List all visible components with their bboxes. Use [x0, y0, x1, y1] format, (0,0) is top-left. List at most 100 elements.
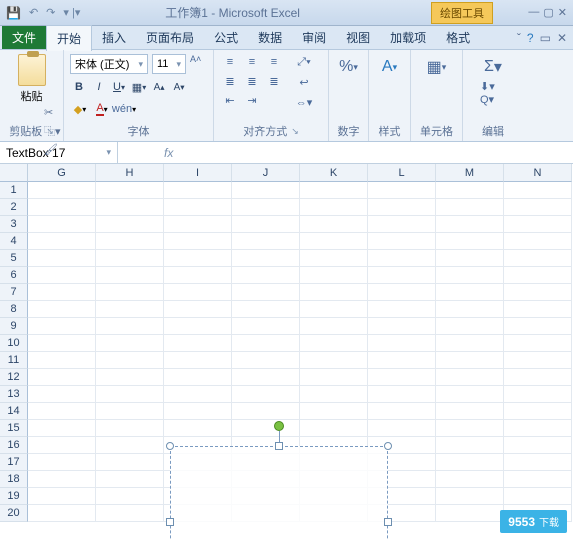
- cell[interactable]: [96, 250, 164, 267]
- decrease-indent-icon[interactable]: ⇤: [220, 93, 240, 109]
- minimize-ribbon-icon[interactable]: ˇ: [517, 31, 521, 45]
- cell[interactable]: [232, 335, 300, 352]
- row-header[interactable]: 18: [0, 471, 28, 488]
- row-header[interactable]: 20: [0, 505, 28, 522]
- cell[interactable]: [28, 471, 96, 488]
- cell[interactable]: [164, 403, 232, 420]
- cell[interactable]: [300, 267, 368, 284]
- cell[interactable]: [96, 182, 164, 199]
- cell[interactable]: [368, 369, 436, 386]
- cell[interactable]: [504, 318, 572, 335]
- cell[interactable]: [96, 386, 164, 403]
- context-tab-drawing-tools[interactable]: 绘图工具: [431, 2, 493, 24]
- cell[interactable]: [368, 386, 436, 403]
- cell[interactable]: [96, 301, 164, 318]
- row-header[interactable]: 19: [0, 488, 28, 505]
- cell[interactable]: [96, 437, 164, 454]
- cell[interactable]: [368, 250, 436, 267]
- cell[interactable]: [504, 301, 572, 318]
- cell[interactable]: [232, 267, 300, 284]
- cell[interactable]: [504, 454, 572, 471]
- cell[interactable]: [28, 369, 96, 386]
- cell[interactable]: [368, 301, 436, 318]
- cell[interactable]: [504, 488, 572, 505]
- tab-insert[interactable]: 插入: [92, 25, 136, 50]
- fill-color-button[interactable]: ◆▾: [70, 100, 90, 118]
- restore-icon[interactable]: ▢: [543, 6, 553, 19]
- grow-font-icon[interactable]: A˄: [190, 54, 201, 64]
- bold-button[interactable]: B: [70, 78, 88, 96]
- cell[interactable]: [368, 403, 436, 420]
- cell[interactable]: [28, 284, 96, 301]
- align-middle-icon[interactable]: ≡: [242, 54, 262, 70]
- cut-icon[interactable]: ✂: [44, 106, 61, 119]
- cell[interactable]: [504, 369, 572, 386]
- align-top-icon[interactable]: ≡: [220, 54, 240, 70]
- row-header[interactable]: 3: [0, 216, 28, 233]
- cell[interactable]: [96, 233, 164, 250]
- clear-icon[interactable]: Q▾: [480, 93, 506, 106]
- cell[interactable]: [164, 216, 232, 233]
- cell[interactable]: [436, 437, 504, 454]
- cell[interactable]: [436, 335, 504, 352]
- tab-formulas[interactable]: 公式: [204, 25, 248, 50]
- name-box-dropdown-icon[interactable]: ▾: [106, 147, 111, 158]
- cell[interactable]: [436, 420, 504, 437]
- cell[interactable]: [96, 471, 164, 488]
- orientation-icon[interactable]: ⤢▾: [294, 54, 314, 70]
- wrap-text-icon[interactable]: ↩: [294, 74, 314, 90]
- redo-icon[interactable]: ↷: [46, 6, 55, 19]
- cell[interactable]: [300, 335, 368, 352]
- cell[interactable]: [164, 301, 232, 318]
- cell[interactable]: [232, 369, 300, 386]
- cell[interactable]: [164, 318, 232, 335]
- align-bottom-icon[interactable]: ≡: [264, 54, 284, 70]
- cell[interactable]: [164, 233, 232, 250]
- cell[interactable]: [368, 199, 436, 216]
- cell[interactable]: [300, 250, 368, 267]
- cell[interactable]: [300, 403, 368, 420]
- cell[interactable]: [232, 250, 300, 267]
- cell[interactable]: [300, 352, 368, 369]
- cell[interactable]: [504, 250, 572, 267]
- fx-icon[interactable]: fx: [164, 146, 173, 160]
- italic-button[interactable]: I: [90, 78, 108, 96]
- cell[interactable]: [504, 403, 572, 420]
- cell[interactable]: [96, 352, 164, 369]
- merge-center-icon[interactable]: ⇔▾: [294, 94, 314, 110]
- column-header[interactable]: N: [504, 164, 572, 182]
- number-format-icon[interactable]: %▾: [336, 54, 362, 80]
- cell[interactable]: [368, 267, 436, 284]
- cell[interactable]: [436, 284, 504, 301]
- cell[interactable]: [164, 284, 232, 301]
- phonetic-button[interactable]: wén▾: [114, 100, 134, 118]
- cell[interactable]: [164, 352, 232, 369]
- cell[interactable]: [96, 335, 164, 352]
- minimize-icon[interactable]: —: [528, 6, 539, 19]
- fill-icon[interactable]: ⬇▾: [480, 80, 506, 93]
- row-header[interactable]: 5: [0, 250, 28, 267]
- cell[interactable]: [504, 233, 572, 250]
- row-header[interactable]: 16: [0, 437, 28, 454]
- cell[interactable]: [504, 335, 572, 352]
- cell[interactable]: [232, 199, 300, 216]
- cell[interactable]: [368, 318, 436, 335]
- cell[interactable]: [368, 182, 436, 199]
- row-header[interactable]: 13: [0, 386, 28, 403]
- cell[interactable]: [436, 318, 504, 335]
- align-left-icon[interactable]: ≣: [220, 73, 240, 89]
- cell[interactable]: [300, 420, 368, 437]
- cell[interactable]: [164, 250, 232, 267]
- tab-format[interactable]: 格式: [436, 25, 480, 50]
- border-button[interactable]: ▦▾: [130, 78, 148, 96]
- cell[interactable]: [232, 403, 300, 420]
- row-header[interactable]: 15: [0, 420, 28, 437]
- paste-button[interactable]: 粘贴: [6, 54, 57, 104]
- cell[interactable]: [232, 352, 300, 369]
- cell[interactable]: [96, 488, 164, 505]
- cell[interactable]: [232, 386, 300, 403]
- autosum-icon[interactable]: Σ▾: [480, 54, 506, 80]
- cell[interactable]: [164, 420, 232, 437]
- shrink-font-button[interactable]: A▾: [170, 78, 188, 96]
- cell[interactable]: [28, 318, 96, 335]
